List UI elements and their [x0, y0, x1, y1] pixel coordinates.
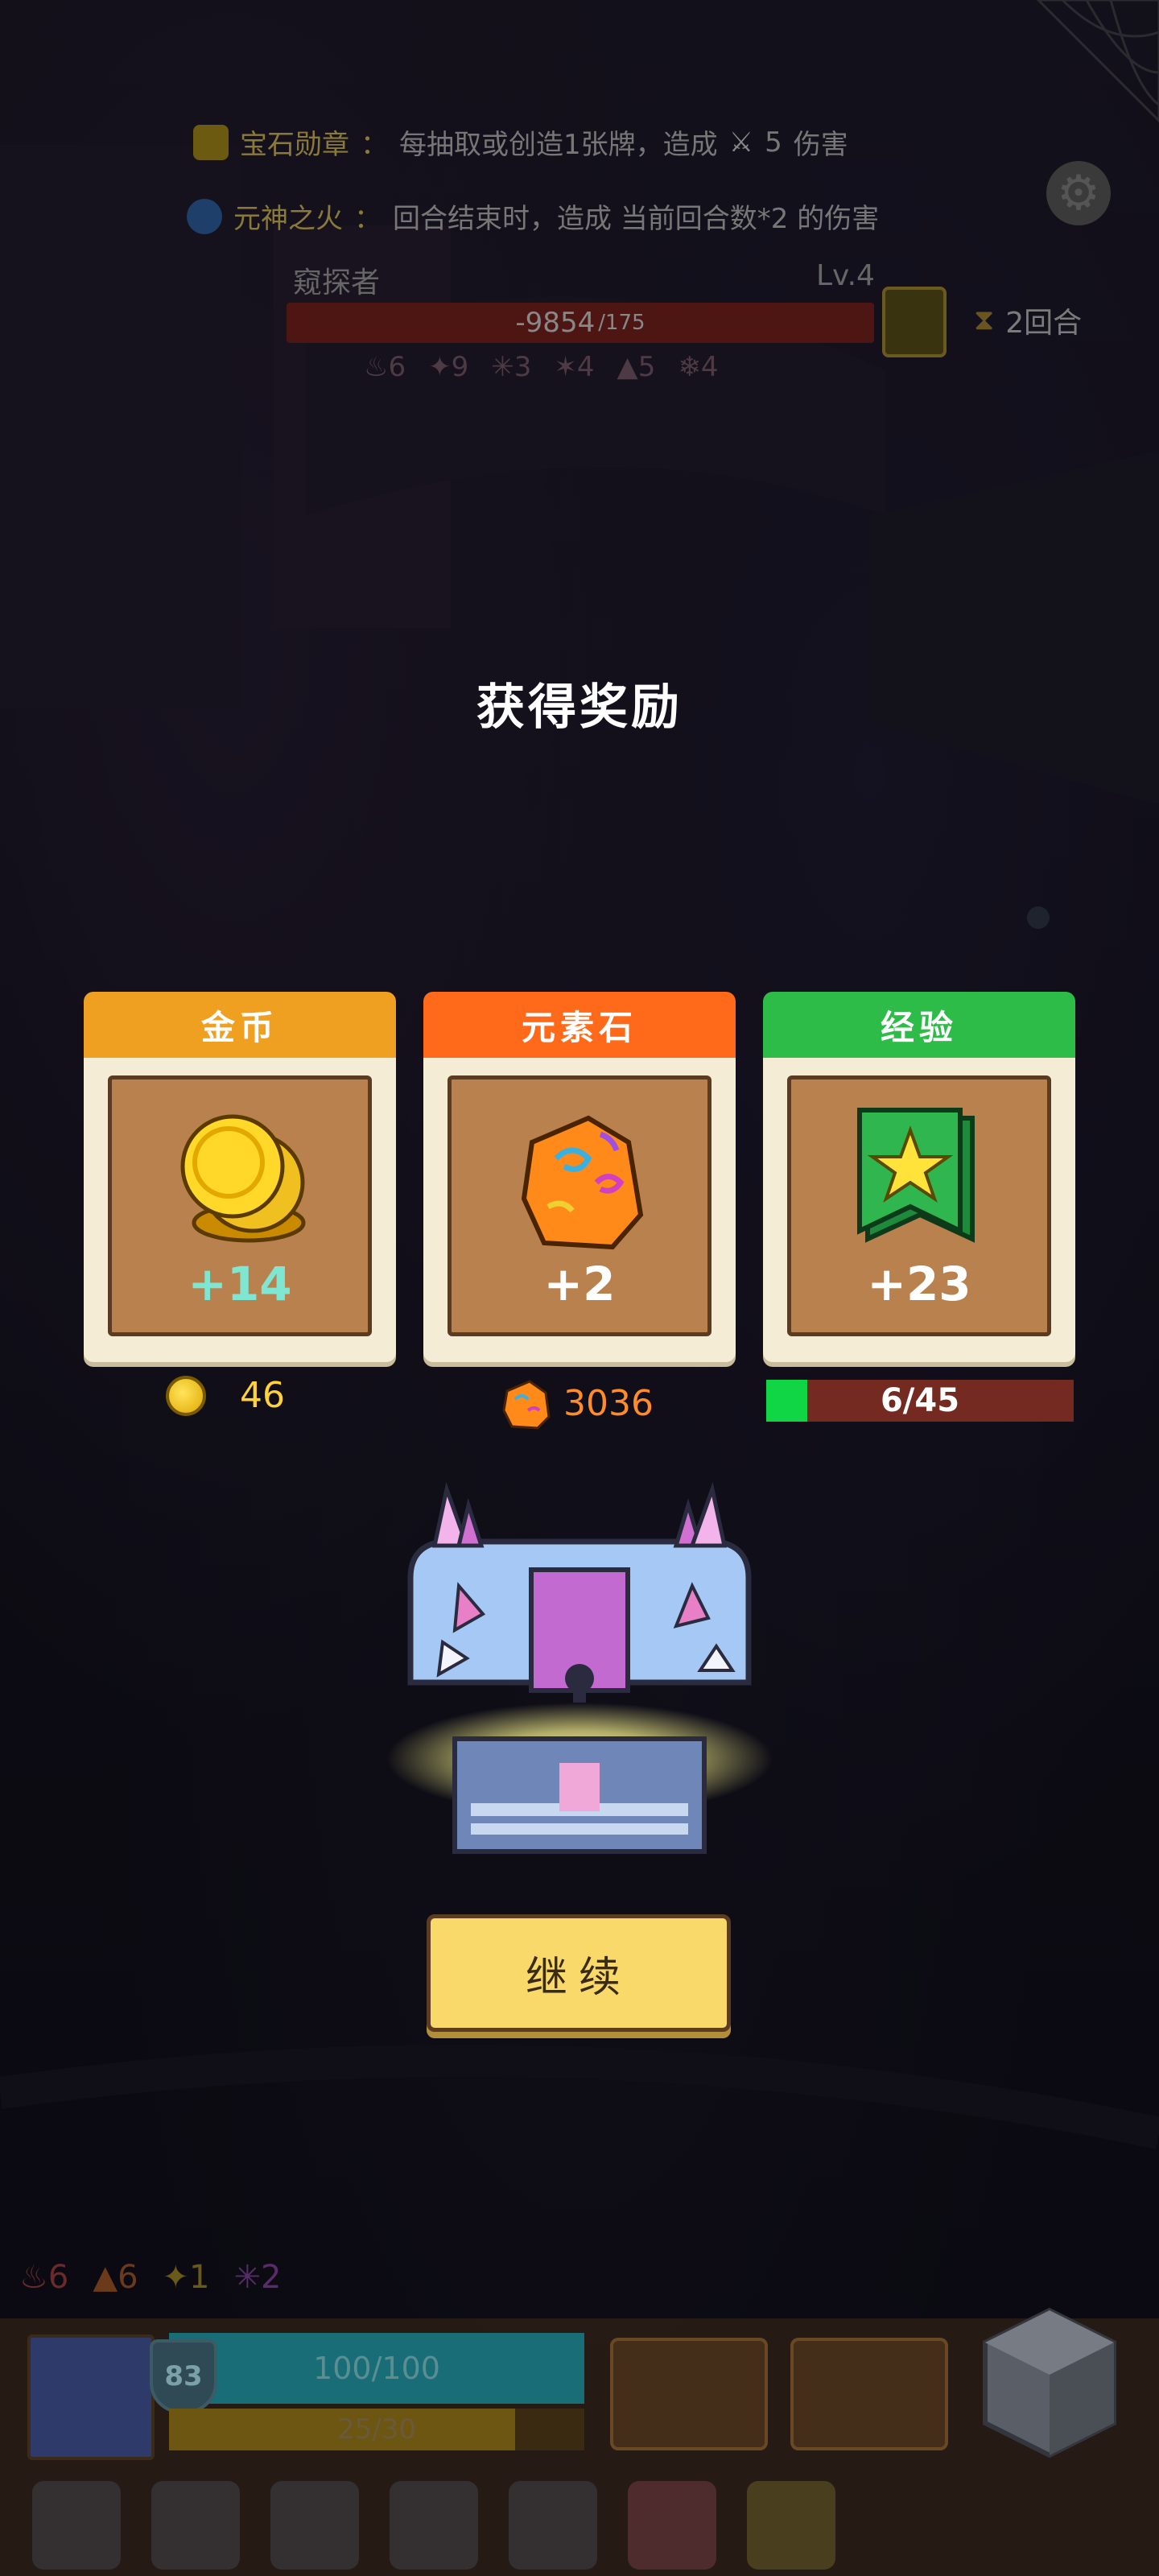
- reward-card-exp-amount: +23: [867, 1257, 971, 1311]
- player-flame-count: ▲6: [93, 2259, 138, 2296]
- toolbar-leaf-icon[interactable]: [390, 2481, 478, 2570]
- reward-card-gold: 金币 +14: [84, 992, 396, 1362]
- dice-icon[interactable]: [977, 2302, 1122, 2463]
- enemy-stat-ice: ❄4: [678, 351, 719, 383]
- player-fire-value: 6: [47, 2259, 69, 2296]
- gold-coins-icon: [180, 1114, 306, 1243]
- enemy-level: Lv.4: [816, 259, 875, 292]
- reward-card-stone-panel: +2: [448, 1075, 711, 1336]
- buff-spirit-fire-sep: ：: [354, 203, 382, 235]
- buff-gem-medal-name: 宝石勋章: [240, 129, 349, 161]
- continue-button[interactable]: 继续: [427, 1914, 731, 2032]
- buff-spirit-fire: 元神之火 ： 回合结束时，造成 当前回合数*2 的伤害: [187, 196, 879, 236]
- enemy-stat-flame-value: 5: [637, 351, 656, 383]
- element-stone-small-icon: [502, 1380, 551, 1430]
- coin-icon: [166, 1375, 206, 1416]
- enemy-element-row: ♨6 ✦9 ✳3 ✶4 ▲5 ❄4: [364, 351, 718, 383]
- buff-gem-medal-suffix: 伤害: [793, 129, 848, 161]
- item-slot-2[interactable]: [790, 2338, 948, 2450]
- player-flame-value: 6: [118, 2259, 138, 2296]
- enemy-stat-fire: ♨6: [364, 351, 406, 383]
- player-hp-value: 100/100: [313, 2351, 440, 2386]
- reward-card-stone-amount: +2: [543, 1257, 616, 1311]
- enemy-stat-blood: ✶4: [554, 351, 595, 383]
- buff-gem-medal-desc: 每抽取或创造1张牌，造成: [399, 129, 718, 161]
- spirit-fire-icon: [187, 198, 222, 234]
- turn-counter: ⧗ 2回合: [974, 299, 1082, 341]
- buff-gem-medal-sep: ：: [361, 129, 388, 161]
- buff-gem-medal-value: 5: [765, 126, 782, 159]
- player-mp-value: 25/30: [337, 2413, 416, 2446]
- bottom-toolbar: [0, 2475, 1159, 2576]
- enemy-intent-icon[interactable]: [882, 287, 947, 357]
- rewards-title: 获得奖励: [476, 679, 683, 736]
- stone-total-value: 3036: [563, 1382, 654, 1424]
- enemy-stat-arcane-value: 3: [514, 351, 532, 383]
- toolbar-mask-icon[interactable]: [270, 2481, 359, 2570]
- reward-card-exp-panel: +23: [787, 1075, 1051, 1336]
- item-slot-1[interactable]: [610, 2338, 768, 2450]
- buff-gem-medal: 宝石勋章 ： 每抽取或创造1张牌，造成 ⚔ 5 伤害: [193, 122, 848, 162]
- player-shield-icon: 83: [150, 2339, 217, 2413]
- exp-progress-text: 6/45: [880, 1382, 960, 1419]
- star-banner-icon: [857, 1108, 975, 1243]
- toolbar-crystal-icon[interactable]: [509, 2481, 597, 2570]
- player-element-row: ♨6 ▲6 ✦1 ✳2: [19, 2259, 281, 2296]
- reward-card-gold-header: 金币: [84, 992, 396, 1058]
- player-hp-bar: 100/100: [169, 2333, 584, 2404]
- player-fire-count: ♨6: [19, 2259, 69, 2296]
- enemy-stat-arcane: ✳3: [491, 351, 532, 383]
- toolbar-cheese-icon[interactable]: [747, 2481, 835, 2570]
- exp-progress-bar: 6/45: [766, 1380, 1074, 1422]
- stone-total: 3036: [497, 1375, 654, 1431]
- player-avatar[interactable]: [27, 2334, 155, 2460]
- enemy-name: 窥探者: [293, 266, 381, 299]
- enemy-hp-max: /175: [598, 311, 645, 335]
- settings-gear-icon[interactable]: ⚙: [1046, 161, 1111, 225]
- enemy-stat-ice-value: 4: [700, 351, 719, 383]
- player-arcane-count: ✳2: [233, 2259, 282, 2296]
- hourglass-icon: ⧗: [974, 303, 995, 336]
- player-mp-bar: 25/30: [169, 2409, 584, 2450]
- enemy-stat-blood-value: 4: [576, 351, 595, 383]
- enemy-stat-flame: ▲5: [617, 351, 656, 383]
- reward-card-exp-header: 经验: [763, 992, 1075, 1058]
- enemy-hp-bar: -9854/175: [287, 303, 874, 343]
- turn-label: 2回合: [1005, 307, 1083, 340]
- gold-total: 46: [166, 1375, 285, 1416]
- reward-card-exp: 经验 +23: [763, 992, 1075, 1362]
- gem-medal-icon: [193, 124, 229, 160]
- player-arcane-value: 2: [261, 2259, 282, 2296]
- reward-card-element-stone: 元素石 +2: [423, 992, 736, 1362]
- reward-card-gold-amount: +14: [188, 1257, 292, 1311]
- reward-card-stone-header: 元素石: [423, 992, 736, 1058]
- buff-spirit-fire-desc: 回合结束时，造成 当前回合数*2 的伤害: [393, 203, 880, 235]
- player-shield-value: 83: [164, 2360, 203, 2392]
- treasure-chest-image: [386, 1481, 773, 1854]
- enemy-hp-value: -9854: [515, 307, 596, 339]
- reward-card-gold-panel: +14: [108, 1075, 372, 1336]
- gold-total-value: 46: [240, 1375, 285, 1416]
- enemy-stat-wind: ✦9: [428, 351, 469, 383]
- element-stone-icon: [521, 1115, 644, 1250]
- sword-icon: ⚔: [728, 126, 754, 159]
- player-wind-value: 1: [189, 2259, 210, 2296]
- enemy-stat-fire-value: 6: [388, 351, 406, 383]
- toolbar-potion-icon[interactable]: [628, 2481, 716, 2570]
- enemy-stat-wind-value: 9: [451, 351, 469, 383]
- toolbar-dragon-icon[interactable]: [32, 2481, 121, 2570]
- player-wind-count: ✦1: [162, 2259, 210, 2296]
- toolbar-claw-icon[interactable]: [151, 2481, 240, 2570]
- buff-spirit-fire-name: 元神之火: [233, 203, 343, 235]
